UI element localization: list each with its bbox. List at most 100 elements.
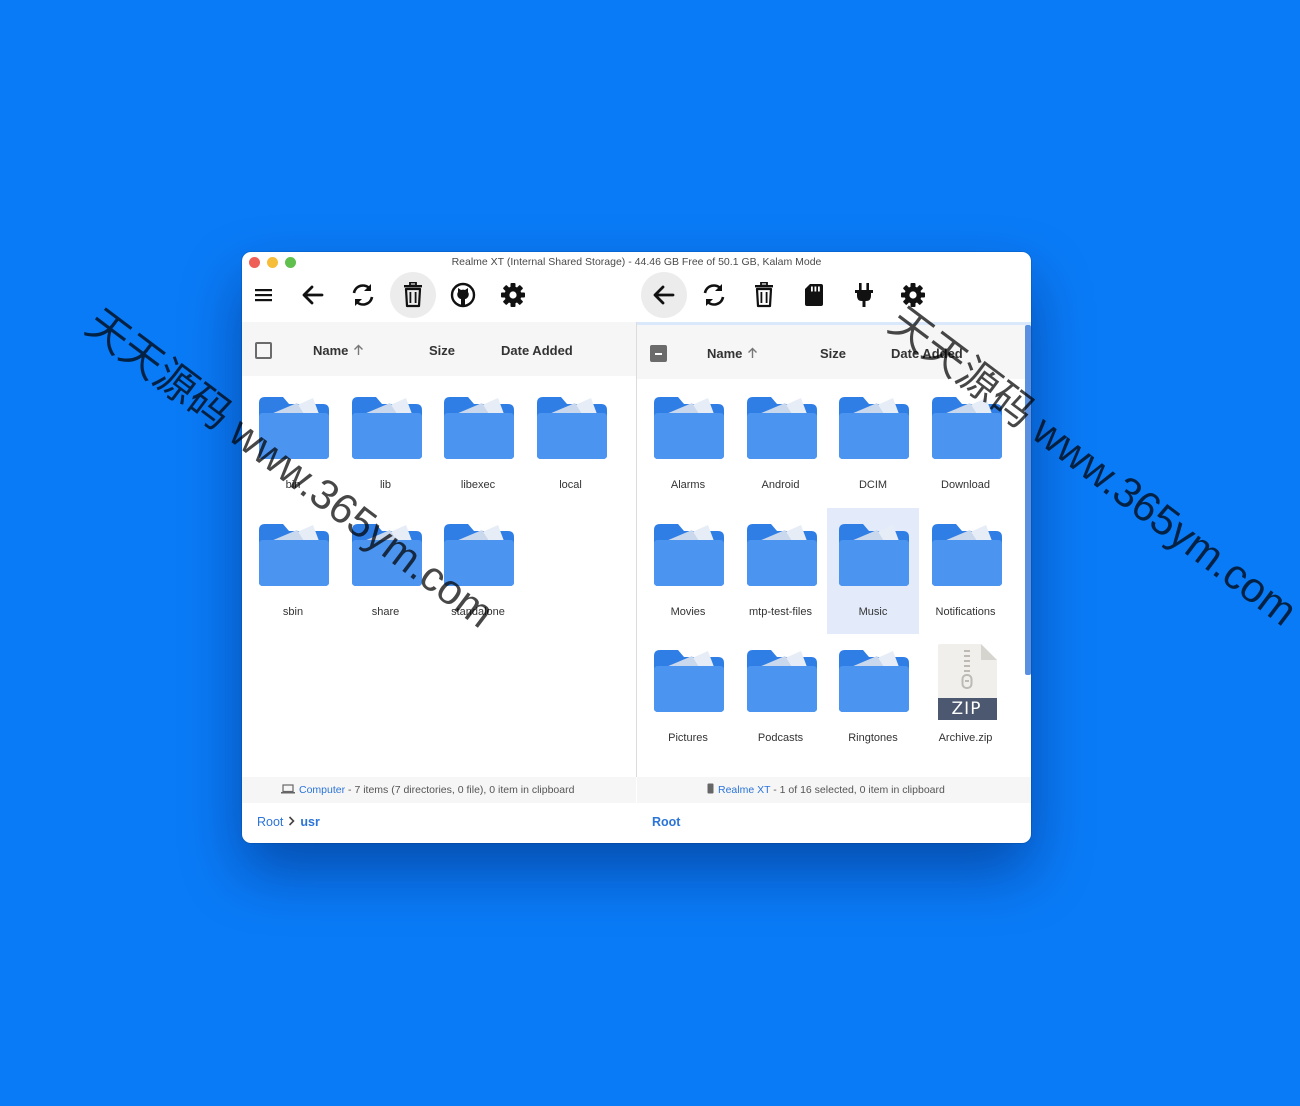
laptop-icon <box>281 784 295 794</box>
refresh-icon <box>352 284 374 306</box>
refresh-icon <box>703 284 725 306</box>
tile-label: Ringtones <box>848 732 898 744</box>
zip-file-tile[interactable]: ZIP Archive.zip <box>920 634 1012 760</box>
tile-label: Download <box>941 479 990 491</box>
tile-label: Alarms <box>670 479 706 491</box>
folder-icon <box>652 648 726 714</box>
breadcrumb-current-left[interactable]: usr <box>300 815 319 829</box>
folder-icon <box>837 522 911 588</box>
zip-badge-label: ZIP <box>951 699 982 719</box>
tile-label: Pictures <box>668 732 708 744</box>
folder-tile[interactable]: Podcasts <box>735 634 827 760</box>
folder-tile[interactable]: Movies <box>642 508 734 634</box>
select-all-checkbox-right[interactable] <box>650 345 667 362</box>
folder-tile[interactable]: Music <box>827 507 919 634</box>
hamburger-menu-icon <box>255 289 272 302</box>
tile-label: libexec <box>460 479 496 491</box>
folder-tile[interactable]: Android <box>735 381 827 507</box>
folder-tile[interactable]: Pictures <box>642 634 734 760</box>
right-status-bar: Realme XT - 1 of 16 selected, 0 item in … <box>637 777 1031 803</box>
delete-button-right[interactable] <box>741 272 787 318</box>
tile-label: Music <box>858 605 888 618</box>
sd-card-button[interactable] <box>791 272 837 318</box>
folder-tile[interactable]: share <box>340 508 432 634</box>
breadcrumb-root-left[interactable]: Root <box>257 815 283 829</box>
folder-tile[interactable]: mtp-test-files <box>735 508 827 634</box>
delete-button-left[interactable] <box>390 272 436 318</box>
size-column-header-right[interactable]: Size <box>820 346 846 361</box>
tile-label: Notifications <box>935 605 996 618</box>
tile-label: standalone <box>451 605 505 618</box>
left-status-bar: Computer - 7 items (7 directories, 0 fil… <box>242 777 636 803</box>
folder-icon <box>442 522 516 588</box>
trash-icon <box>755 282 773 308</box>
name-column-header-left[interactable]: Name <box>313 343 364 358</box>
folder-icon <box>745 648 819 714</box>
tile-label: local <box>559 479 582 491</box>
window-title: Realme XT (Internal Shared Storage) - 44… <box>451 256 822 268</box>
refresh-button-left[interactable] <box>340 272 386 318</box>
device-link-realme[interactable]: Realme XT <box>718 784 770 796</box>
name-column-label: Name <box>313 343 349 358</box>
github-icon <box>450 282 476 308</box>
settings-button-right[interactable] <box>890 272 936 318</box>
refresh-button-right[interactable] <box>691 272 737 318</box>
select-all-checkbox-left[interactable] <box>255 342 272 359</box>
size-column-header-left[interactable]: Size <box>429 343 455 358</box>
arrow-left-icon <box>653 285 675 305</box>
folder-tile[interactable]: sbin <box>247 508 339 634</box>
folder-tile[interactable]: lib <box>340 381 432 507</box>
tile-label: Archive.zip <box>938 732 993 744</box>
folder-tile[interactable]: local <box>525 381 617 507</box>
folder-icon <box>930 395 1004 461</box>
back-button-left[interactable] <box>290 272 336 318</box>
tile-label: mtp-test-files <box>749 605 812 618</box>
title-bar: Realme XT (Internal Shared Storage) - 44… <box>242 252 1031 272</box>
left-status-text: - 7 items (7 directories, 0 file), 0 ite… <box>345 784 575 796</box>
folder-icon <box>745 395 819 461</box>
phone-icon <box>707 783 714 794</box>
settings-button-left[interactable] <box>490 272 536 318</box>
folder-icon <box>257 395 331 461</box>
folder-tile[interactable]: libexec <box>432 381 524 507</box>
tile-label: DCIM <box>858 479 888 491</box>
chevron-right-icon <box>289 816 296 826</box>
breadcrumb-root-right[interactable]: Root <box>652 815 680 829</box>
plug-icon <box>855 283 873 307</box>
folder-tile[interactable]: Alarms <box>642 381 734 507</box>
back-button-right[interactable] <box>641 272 687 318</box>
device-link-computer[interactable]: Computer <box>299 784 345 796</box>
plug-button[interactable] <box>841 272 887 318</box>
tile-label: sbin <box>282 605 304 618</box>
folder-icon <box>350 522 424 588</box>
sd-card-icon <box>805 284 823 306</box>
right-column-header: Name Size Date Added <box>637 325 1025 379</box>
right-pane-scrollbar[interactable] <box>1025 325 1031 675</box>
folder-icon <box>442 395 516 461</box>
folder-icon <box>535 395 609 461</box>
left-pane: Name Size Date Added bin lib libexec local s… <box>242 322 636 777</box>
folder-tile[interactable]: standalone <box>432 508 524 634</box>
left-column-header: Name Size Date Added <box>242 322 636 376</box>
folder-icon <box>350 395 424 461</box>
folder-icon <box>257 522 331 588</box>
github-button[interactable] <box>440 272 486 318</box>
tile-label: Android <box>761 479 800 491</box>
name-column-header-right[interactable]: Name <box>707 346 758 361</box>
tile-label: Movies <box>670 605 706 618</box>
arrow-left-icon <box>302 285 324 305</box>
folder-tile[interactable]: Download <box>920 381 1012 507</box>
app-window: Realme XT (Internal Shared Storage) - 44… <box>242 252 1031 843</box>
date-column-header-right[interactable]: Date Added <box>891 346 963 361</box>
folder-tile[interactable]: bin <box>247 381 339 507</box>
folder-tile[interactable]: Ringtones <box>827 634 919 760</box>
date-column-header-left[interactable]: Date Added <box>501 343 573 358</box>
tile-label: lib <box>379 479 391 491</box>
gear-icon <box>901 283 925 307</box>
folder-tile[interactable]: DCIM <box>827 381 919 507</box>
right-status-text: - 1 of 16 selected, 0 item in clipboard <box>770 784 945 796</box>
tile-label: share <box>371 605 400 618</box>
folder-tile[interactable]: Notifications <box>920 508 1012 634</box>
folder-icon <box>652 395 726 461</box>
menu-button[interactable] <box>242 272 287 318</box>
